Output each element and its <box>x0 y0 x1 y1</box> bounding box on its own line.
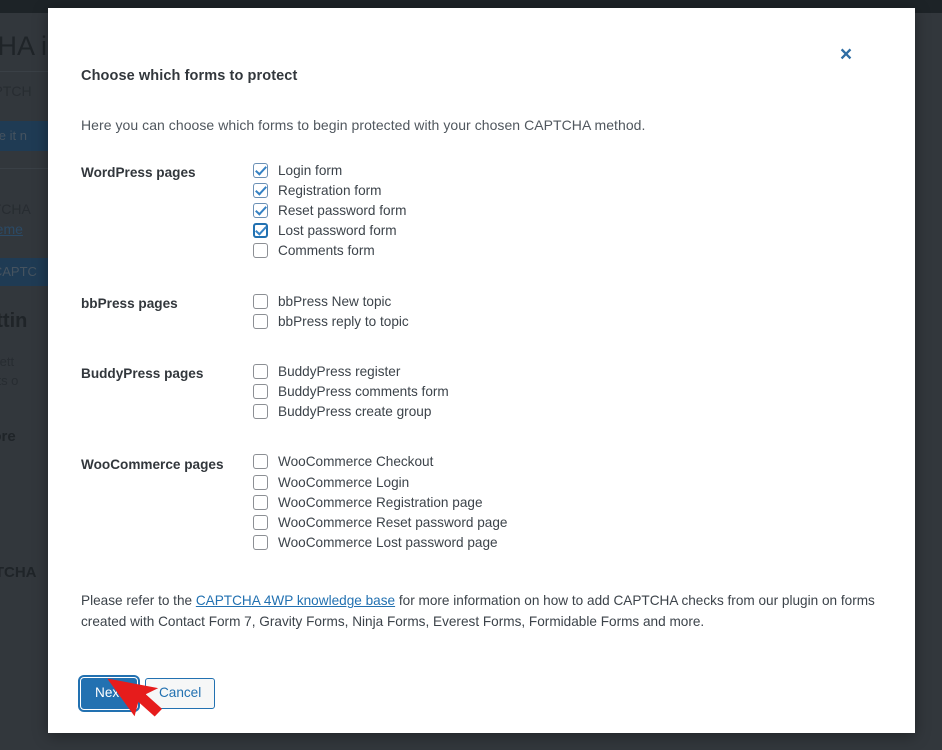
background-heading: CHA i <box>0 31 48 61</box>
background-paragraph-4: spects o <box>0 373 19 388</box>
screen: CHA i CAPTCH gure it n APTCHA placeme e … <box>0 0 942 750</box>
checkbox[interactable] <box>253 202 268 218</box>
background-link-1: placeme <box>0 221 23 237</box>
form-section: WooCommerce pages WooCommerce Checkout Woo… <box>81 452 895 553</box>
section-label: BuddyPress pages <box>81 366 204 382</box>
checkbox-row[interactable]: WooCommerce Login <box>253 472 895 492</box>
modal-actions: Next Cancel <box>81 646 895 709</box>
checkbox-row[interactable]: bbPress New topic <box>253 291 895 311</box>
form-section: BuddyPress pages BuddyPress register Buddy… <box>81 361 895 422</box>
section-options: bbPress New topic bbPress reply to topic <box>253 291 895 331</box>
background-heading-4: APTCHA <box>0 564 37 581</box>
form-section: bbPress pages bbPress New topic bbPress re… <box>81 291 895 331</box>
checkbox[interactable] <box>253 162 268 178</box>
checkbox-label[interactable]: WooCommerce Lost password page <box>278 535 498 550</box>
section-options: Login form Registration form Reset passwor… <box>253 160 895 261</box>
note-prefix: Please refer to the <box>81 593 196 609</box>
checkbox-label[interactable]: Registration form <box>278 183 382 198</box>
background-button-1-label: gure it n <box>0 128 27 143</box>
forms-to-protect-modal: × Choose which forms to protect Here you… <box>48 8 915 733</box>
checkbox-label[interactable]: WooCommerce Registration page <box>278 495 483 510</box>
checkbox-label[interactable]: WooCommerce Reset password page <box>278 515 507 530</box>
checkbox[interactable] <box>253 182 268 198</box>
checkbox-row[interactable]: Comments form <box>253 241 895 261</box>
checkbox-label[interactable]: Lost password form <box>278 223 397 238</box>
background-paragraph-3: low sett <box>0 354 15 369</box>
next-button[interactable]: Next <box>81 678 137 709</box>
background-heading-3: Score <box>0 428 16 445</box>
checkbox-label[interactable]: BuddyPress create group <box>278 404 431 419</box>
checkbox[interactable] <box>253 454 268 470</box>
checkbox[interactable] <box>253 313 268 329</box>
checkbox-label[interactable]: Reset password form <box>278 203 406 218</box>
form-section: WordPress pages Login form Registration fo… <box>81 160 895 261</box>
checkbox-row[interactable]: bbPress reply to topic <box>253 311 895 331</box>
checkbox[interactable] <box>253 384 268 400</box>
checkbox-row[interactable]: Reset password form <box>253 200 895 220</box>
checkbox[interactable] <box>253 404 268 420</box>
checkbox[interactable] <box>253 535 268 551</box>
checkbox-label[interactable]: WooCommerce Checkout <box>278 454 433 469</box>
checkbox[interactable] <box>253 363 268 379</box>
checkbox-label[interactable]: WooCommerce Login <box>278 475 409 490</box>
background-heading-2: settin <box>0 310 28 332</box>
background-paragraph-1: CAPTCH <box>0 83 32 99</box>
checkbox[interactable] <box>253 243 268 259</box>
checkbox[interactable] <box>253 515 268 531</box>
section-label: WooCommerce pages <box>81 456 224 472</box>
checkbox[interactable] <box>253 293 268 309</box>
checkbox-row[interactable]: Login form <box>253 160 895 180</box>
checkbox-row[interactable]: BuddyPress create group <box>253 402 895 422</box>
checkbox-row[interactable]: WooCommerce Lost password page <box>253 533 895 553</box>
checkbox[interactable] <box>253 223 268 239</box>
checkbox-label[interactable]: BuddyPress register <box>278 364 400 379</box>
section-label: WordPress pages <box>81 165 196 180</box>
section-options: BuddyPress register BuddyPress comments f… <box>253 361 895 422</box>
modal-description: Here you can choose which forms to begin… <box>81 117 646 133</box>
section-options: WooCommerce Checkout WooCommerce Login Woo… <box>253 452 895 553</box>
checkbox-row[interactable]: WooCommerce Reset password page <box>253 512 895 532</box>
checkbox-label[interactable]: Comments form <box>278 243 375 258</box>
background-paragraph-2: APTCHA <box>0 201 31 217</box>
checkbox-row[interactable]: BuddyPress comments form <box>253 382 895 402</box>
modal-body: Choose which forms to protect Here you c… <box>81 8 895 709</box>
checkbox-row[interactable]: BuddyPress register <box>253 361 895 381</box>
section-label: bbPress pages <box>81 295 178 311</box>
checkbox-label[interactable]: bbPress reply to topic <box>278 314 409 329</box>
checkbox-row[interactable]: WooCommerce Registration page <box>253 492 895 512</box>
checkbox[interactable] <box>253 494 268 510</box>
modal-title: Choose which forms to protect <box>81 68 298 84</box>
checkbox-row[interactable]: Registration form <box>253 180 895 200</box>
background-button-2-label: e CAPTC <box>0 264 37 279</box>
knowledge-base-link[interactable]: CAPTCHA 4WP knowledge base <box>196 593 395 608</box>
knowledge-base-note: Please refer to the CAPTCHA 4WP knowledg… <box>81 566 881 632</box>
checkbox-row[interactable]: Lost password form <box>253 221 895 241</box>
checkbox-label[interactable]: BuddyPress comments form <box>278 384 449 399</box>
checkbox-label[interactable]: bbPress New topic <box>278 294 391 309</box>
cancel-button[interactable]: Cancel <box>144 678 216 709</box>
checkbox-label[interactable]: Login form <box>278 163 342 178</box>
checkbox-row[interactable]: WooCommerce Checkout <box>253 452 895 472</box>
form-sections: WordPress pages Login form Registration fo… <box>81 133 895 553</box>
checkbox[interactable] <box>253 474 268 490</box>
